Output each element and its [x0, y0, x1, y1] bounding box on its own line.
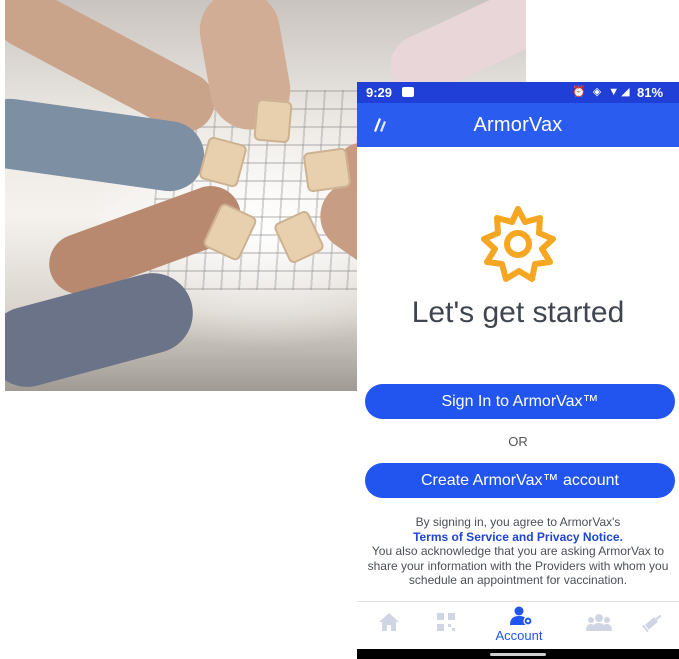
system-status-icons: ⏰ ◈ ▼◢ — [572, 86, 632, 98]
legal-line-acknowledge: You also acknowledge that you are asking… — [367, 544, 669, 588]
nav-account-label: Account — [495, 628, 543, 643]
gear-icon — [481, 206, 556, 282]
page-headline: Let's get started — [411, 296, 625, 329]
nav-account[interactable]: Account — [489, 606, 549, 643]
message-notification-icon — [402, 82, 414, 97]
system-home-bar — [357, 649, 679, 659]
status-time: 9:29 — [366, 85, 393, 100]
sign-in-button[interactable]: Sign In to ArmorVax™ — [365, 384, 675, 419]
home-gesture-pill[interactable] — [490, 653, 546, 656]
nav-vaccine[interactable] — [633, 608, 673, 644]
home-icon — [379, 613, 399, 631]
legal-line-agree: By signing in, you agree to ArmorVax's — [415, 515, 621, 529]
phone-screen: 9:29 ⏰ ◈ ▼◢ 81% ArmorVax Let's get start… — [357, 82, 679, 659]
qr-code-icon — [437, 613, 455, 631]
group-icon — [586, 614, 612, 631]
syringe-icon — [642, 614, 662, 632]
terms-privacy-link[interactable]: Terms of Service and Privacy Notice. — [363, 530, 673, 545]
app-bar: ArmorVax — [357, 103, 679, 147]
app-title: ArmorVax — [473, 114, 563, 136]
or-divider-label: OR — [508, 434, 528, 449]
phone-shape — [253, 98, 293, 144]
battery-level: 81% — [637, 85, 664, 100]
status-bar: 9:29 ⏰ ◈ ▼◢ 81% — [357, 82, 679, 103]
bottom-nav: Account — [357, 601, 679, 649]
phone-shape — [302, 147, 352, 193]
create-account-button[interactable]: Create ArmorVax™ account — [365, 463, 675, 498]
nav-home[interactable] — [369, 608, 409, 644]
nav-qr[interactable] — [427, 608, 467, 644]
account-icon — [510, 606, 533, 626]
nav-group[interactable] — [577, 608, 617, 644]
legal-notice: By signing in, you agree to ArmorVax's T… — [363, 515, 673, 588]
